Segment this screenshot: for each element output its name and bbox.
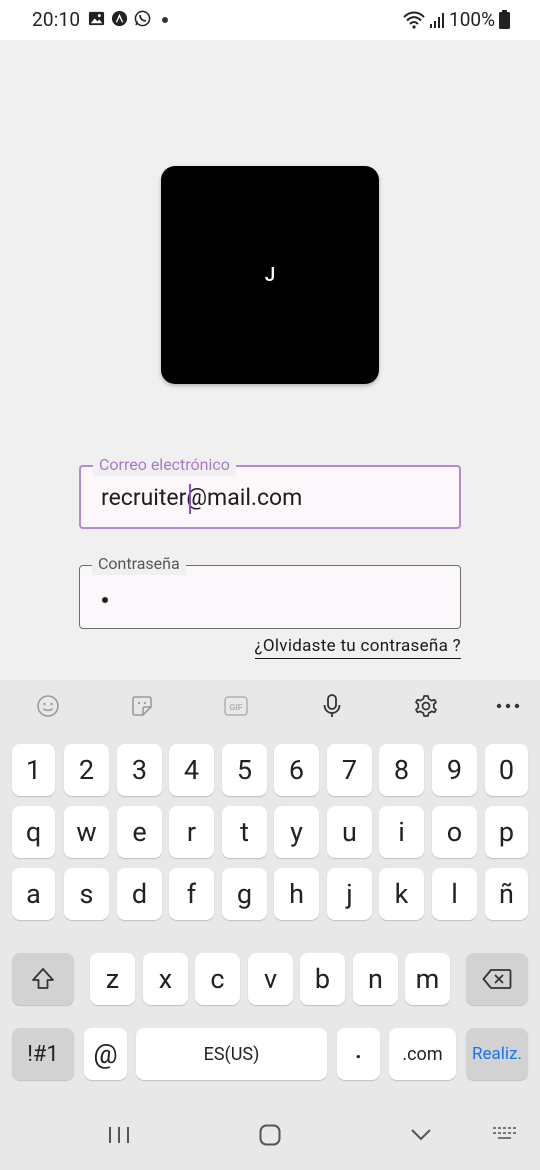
email-field[interactable]: Correo electrónico recruiter@mail.com <box>79 454 461 529</box>
key-o[interactable]: o <box>432 806 477 858</box>
more-icon[interactable] <box>494 692 522 720</box>
wifi-icon <box>403 11 425 29</box>
done-key[interactable]: Realiz. <box>466 1028 528 1080</box>
key-m[interactable]: m <box>405 953 450 1005</box>
keyboard-switch-icon[interactable] <box>490 1120 520 1150</box>
signal-icon <box>430 12 445 28</box>
key-6[interactable]: 6 <box>274 744 319 796</box>
sticker-icon[interactable] <box>128 692 156 720</box>
shift-key[interactable] <box>12 953 74 1005</box>
back-chevron-down-icon[interactable] <box>406 1120 436 1150</box>
key-0[interactable]: 0 <box>485 744 528 796</box>
key-7[interactable]: 7 <box>327 744 372 796</box>
key-v[interactable]: v <box>248 953 293 1005</box>
status-bar: 20:10 100% <box>0 0 540 40</box>
emoji-icon[interactable] <box>34 692 62 720</box>
navigation-bar <box>0 1098 540 1170</box>
key-b[interactable]: b <box>300 953 345 1005</box>
key-k[interactable]: k <box>379 868 424 920</box>
key-r[interactable]: r <box>169 806 214 858</box>
key-z[interactable]: z <box>90 953 135 1005</box>
microphone-icon[interactable] <box>318 692 346 720</box>
key-j[interactable]: j <box>327 868 372 920</box>
key-h[interactable]: h <box>274 868 319 920</box>
notification-dot <box>162 17 168 23</box>
keyboard: GIF 1 2 3 4 5 6 7 8 9 0 q w e r t y u i … <box>0 680 540 1170</box>
key-p[interactable]: p <box>485 806 528 858</box>
backspace-key[interactable] <box>466 953 528 1005</box>
password-field-label: Contraseña <box>92 553 186 575</box>
key-5[interactable]: 5 <box>222 744 267 796</box>
key-c[interactable]: c <box>195 953 240 1005</box>
keyboard-toolbar: GIF <box>0 680 540 732</box>
key-u[interactable]: u <box>327 806 372 858</box>
key-y[interactable]: y <box>274 806 319 858</box>
battery-icon <box>499 10 510 29</box>
status-time: 20:10 <box>32 8 81 31</box>
email-field-label: Correo electrónico <box>93 454 236 476</box>
backspace-icon <box>482 969 512 989</box>
key-1[interactable]: 1 <box>12 744 55 796</box>
settings-icon[interactable] <box>412 692 440 720</box>
at-key[interactable]: @ <box>84 1028 127 1080</box>
app-logo: J <box>161 166 379 384</box>
home-icon[interactable] <box>255 1120 285 1150</box>
password-mask-dot <box>102 597 108 603</box>
notification-icons <box>88 10 151 27</box>
space-key[interactable]: ES(US) <box>136 1028 327 1080</box>
key-s[interactable]: s <box>64 868 109 920</box>
gif-label: GIF <box>229 703 242 712</box>
key-x[interactable]: x <box>143 953 188 1005</box>
email-field-value[interactable]: recruiter@mail.com <box>101 484 302 511</box>
key-e[interactable]: e <box>117 806 162 858</box>
logo-letter: J <box>264 263 276 286</box>
battery-percent: 100% <box>449 8 495 31</box>
key-g[interactable]: g <box>222 868 267 920</box>
key-t[interactable]: t <box>222 806 267 858</box>
recent-apps-icon[interactable] <box>104 1120 134 1150</box>
key-q[interactable]: q <box>12 806 55 858</box>
text-cursor <box>189 484 191 514</box>
symbols-key[interactable]: !#1 <box>12 1028 74 1080</box>
key-w[interactable]: w <box>64 806 109 858</box>
app-notification-icon <box>111 10 128 27</box>
key-l[interactable]: l <box>432 868 477 920</box>
key-f[interactable]: f <box>169 868 214 920</box>
key-2[interactable]: 2 <box>64 744 109 796</box>
key-d[interactable]: d <box>117 868 162 920</box>
password-field[interactable]: Contraseña <box>79 553 461 629</box>
gallery-icon <box>88 11 105 26</box>
dotcom-key[interactable]: .com <box>389 1028 456 1080</box>
shift-icon <box>32 968 54 989</box>
key-9[interactable]: 9 <box>432 744 477 796</box>
key-i[interactable]: i <box>379 806 424 858</box>
key-3[interactable]: 3 <box>117 744 162 796</box>
key-a[interactable]: a <box>12 868 55 920</box>
system-status: 100% <box>403 8 510 31</box>
gif-icon[interactable]: GIF <box>222 692 250 720</box>
key-ntilde[interactable]: ñ <box>485 868 528 920</box>
key-4[interactable]: 4 <box>169 744 214 796</box>
whatsapp-icon <box>134 10 151 27</box>
key-8[interactable]: 8 <box>379 744 424 796</box>
forgot-password-link[interactable]: ¿Olvidaste tu contraseña ? <box>254 636 461 659</box>
key-n[interactable]: n <box>353 953 398 1005</box>
period-key[interactable]: . <box>337 1028 380 1080</box>
